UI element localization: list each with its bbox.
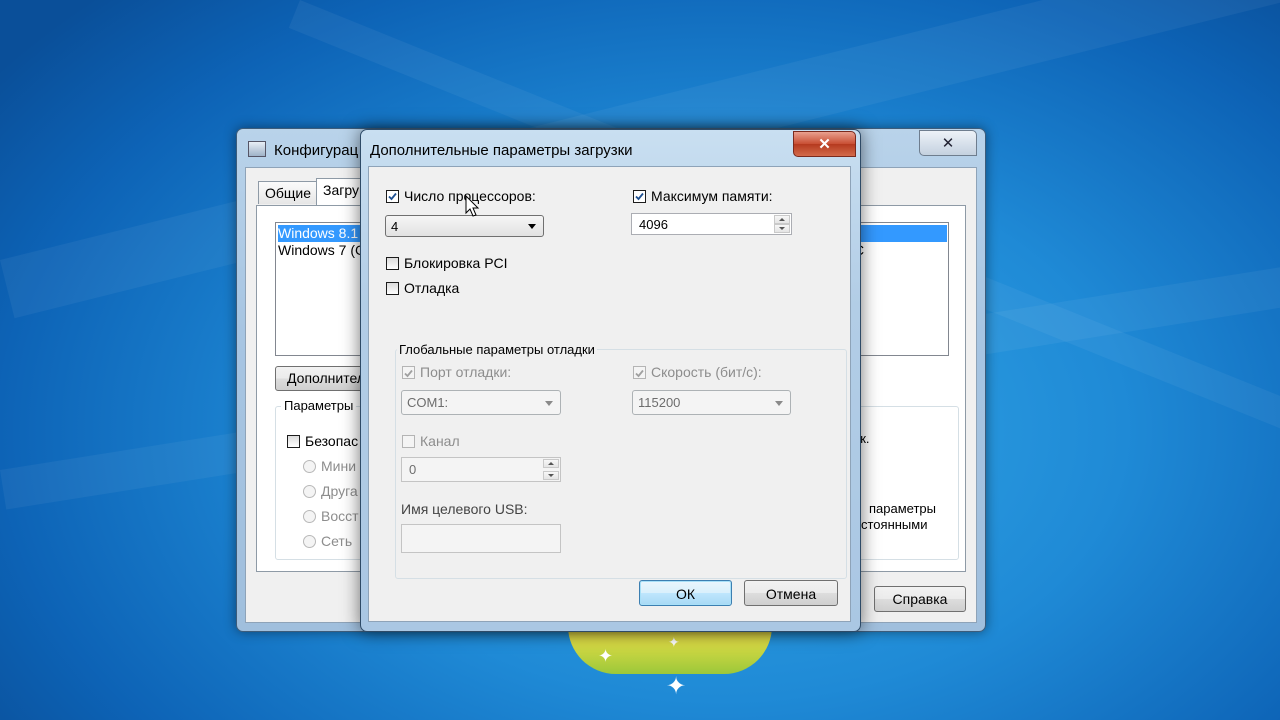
- debug-port-select[interactable]: COM1:: [401, 390, 561, 415]
- baud-rate-checkbox[interactable]: [633, 366, 646, 379]
- desktop-sparkle: ✦: [666, 673, 687, 700]
- baud-rate-select[interactable]: 115200: [632, 390, 791, 415]
- pci-lock-label: Блокировка PCI: [404, 255, 508, 271]
- usb-target-input[interactable]: [401, 524, 561, 553]
- chevron-down-icon: [545, 401, 553, 406]
- max-memory-label: Максимум памяти:: [651, 188, 773, 204]
- safe-boot-checkbox[interactable]: [287, 435, 300, 448]
- num-processors-checkbox[interactable]: [386, 190, 399, 203]
- global-debug-legend: Глобальные параметры отладки: [397, 342, 597, 357]
- dialog-close-button[interactable]: ✕: [793, 131, 856, 157]
- radio-alternate-label: Друга: [321, 483, 358, 499]
- channel-checkbox[interactable]: [402, 435, 415, 448]
- tab-general[interactable]: Общие: [258, 181, 319, 204]
- desktop-logo-fragment: ✦ ✦: [568, 626, 772, 674]
- safe-boot-label: Безопас: [305, 433, 359, 449]
- checkmark-icon: [388, 192, 397, 201]
- advanced-boot-options-dialog: Дополнительные параметры загрузки ✕ Числ…: [360, 129, 861, 632]
- close-icon: ✕: [941, 135, 955, 152]
- checkmark-icon: [635, 369, 644, 378]
- dialog-client: Число процессоров: 4 Максимум памяти: 40…: [368, 166, 851, 622]
- debug-port-checkbox[interactable]: [402, 366, 415, 379]
- cancel-button[interactable]: Отмена: [744, 580, 838, 606]
- baud-rate-value: 115200: [638, 395, 681, 410]
- chevron-down-icon: [775, 401, 783, 406]
- radio-repair[interactable]: [303, 510, 316, 523]
- baud-rate-label: Скорость (бит/с):: [651, 364, 762, 380]
- debug-label: Отладка: [404, 280, 460, 296]
- max-memory-value: 4096: [639, 217, 668, 232]
- radio-minimal[interactable]: [303, 460, 316, 473]
- channel-value: 0: [409, 462, 417, 477]
- num-processors-value: 4: [391, 219, 399, 234]
- tab-boot[interactable]: Загру: [316, 178, 366, 206]
- permanent-fragment: стоянными: [861, 517, 928, 532]
- help-button[interactable]: Справка: [874, 586, 966, 612]
- radio-minimal-label: Мини: [321, 458, 357, 474]
- pci-lock-checkbox[interactable]: [386, 257, 399, 270]
- window-title: Конфигурац: [274, 142, 359, 159]
- usb-target-label: Имя целевого USB:: [401, 501, 528, 517]
- chevron-down-icon: [528, 224, 536, 229]
- radio-alternate[interactable]: [303, 485, 316, 498]
- spin-down-icon[interactable]: [774, 224, 790, 233]
- spin-up-icon[interactable]: [774, 215, 790, 224]
- back-close-button[interactable]: ✕: [919, 130, 977, 156]
- channel-spinner[interactable]: 0: [401, 457, 561, 482]
- list-item[interactable]: Windows 7 (C: [278, 242, 365, 259]
- radio-network[interactable]: [303, 535, 316, 548]
- ok-button[interactable]: ОК: [639, 580, 732, 606]
- mouse-cursor-icon: [465, 195, 480, 217]
- debug-port-label: Порт отладки:: [420, 364, 512, 380]
- params-fragment: параметры: [869, 501, 936, 516]
- radio-network-label: Сеть: [321, 533, 353, 549]
- debug-port-value: COM1:: [407, 395, 449, 410]
- max-memory-checkbox[interactable]: [633, 190, 646, 203]
- debug-checkbox[interactable]: [386, 282, 399, 295]
- msconfig-icon: [248, 141, 266, 157]
- spin-down-icon[interactable]: [543, 471, 559, 480]
- spin-up-icon[interactable]: [543, 459, 559, 468]
- checkmark-icon: [635, 192, 644, 201]
- channel-label: Канал: [420, 433, 460, 449]
- close-icon: ✕: [818, 136, 831, 153]
- max-memory-spinner[interactable]: 4096: [631, 213, 792, 235]
- boot-options-label: Параметры: [281, 398, 357, 413]
- dialog-title: Дополнительные параметры загрузки: [370, 142, 633, 159]
- checkmark-icon: [404, 369, 413, 378]
- radio-repair-label: Восст: [321, 508, 359, 524]
